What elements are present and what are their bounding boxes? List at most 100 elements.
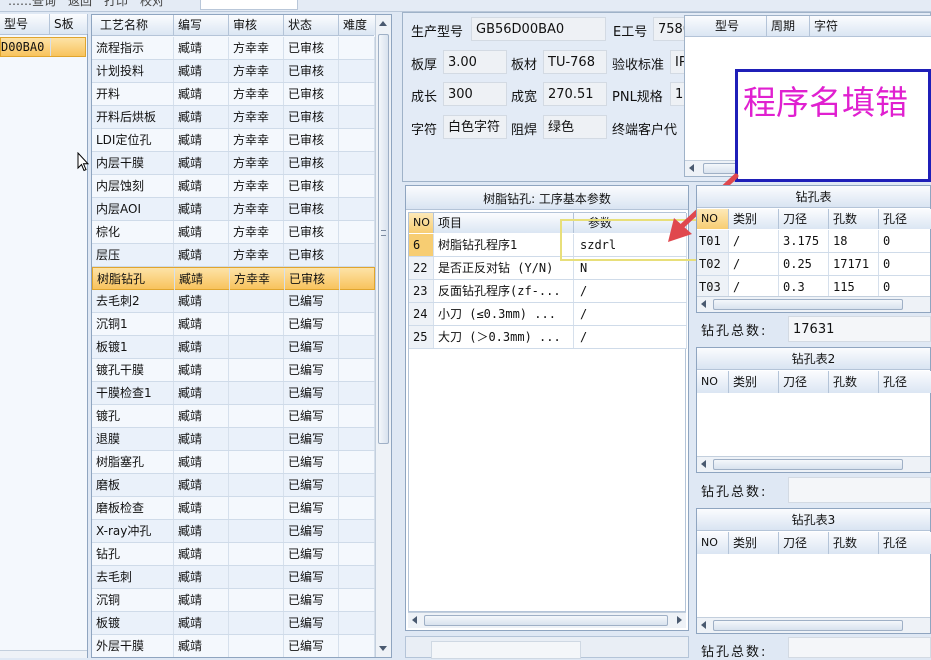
col-header-mini-model[interactable]: 型号 [685,16,767,36]
drill-table-1-hscroll-thumb[interactable] [713,299,903,310]
col-header-drill3-no[interactable]: NO [697,532,729,554]
col-header-drill1-cat[interactable]: 类别 [729,209,779,229]
table-row[interactable]: X-ray冲孔 臧靖 已编写 [92,520,375,543]
drill-table-2-hscroll-thumb[interactable] [713,459,903,470]
process-name-cell: 树脂塞孔 [92,451,174,473]
col-header-drill2-count[interactable]: 孔数 [829,371,879,393]
col-header-drill3-cat[interactable]: 类别 [729,532,779,554]
scroll-right-arrow-icon[interactable] [677,616,682,624]
table-row[interactable]: T03/0.3 115 0 [697,276,930,296]
toolbar-input[interactable] [200,0,298,10]
table-row[interactable]: 层压 臧靖 方幸幸 已审核 [92,244,375,267]
col-header-drill2-cat[interactable]: 类别 [729,371,779,393]
params-hscroll-thumb[interactable] [424,615,668,626]
scroll-down-arrow-icon[interactable] [379,646,387,651]
col-header-drill1-dia[interactable]: 刀径 [779,209,829,229]
scroll-left-arrow-icon[interactable] [701,300,706,308]
material-value-field[interactable]: TU-768 [543,50,607,74]
length-value-field[interactable]: 300 [443,82,507,106]
col-header-s[interactable]: S板 [50,14,88,34]
table-row[interactable]: 内层干膜 臧靖 方幸幸 已审核 [92,152,375,175]
table-row[interactable]: 去毛刺2 臧靖 已编写 [92,290,375,313]
col-header-difficulty[interactable]: 难度 [339,15,376,35]
col-header-mini-cycle[interactable]: 周期 [767,16,810,36]
col-header-drill2-dia[interactable]: 刀径 [779,371,829,393]
col-header-drill1-hole[interactable]: 孔径 [879,209,931,229]
table-row[interactable]: 镀孔干膜 臧靖 已编写 [92,359,375,382]
process-grid-vscroll[interactable] [375,15,391,657]
col-header-params-item[interactable]: 项目 [434,213,574,233]
table-row[interactable]: 磨板检查 臧靖 已编写 [92,497,375,520]
col-header-drill2-hole[interactable]: 孔径 [879,371,931,393]
table-row[interactable]: 开料 臧靖 方幸幸 已审核 [92,83,375,106]
scroll-up-arrow-icon[interactable] [379,21,387,26]
scroll-left-arrow-icon[interactable] [412,616,417,624]
model-row[interactable]: D00BA0 [0,37,86,57]
table-row[interactable]: 25 大刀 (＞0.3mm) ... / [409,326,687,349]
col-header-drill3-count[interactable]: 孔数 [829,532,879,554]
params-footer-field[interactable] [431,641,581,659]
col-header-params-no[interactable]: NO [409,213,434,233]
table-row[interactable]: T01/3.175 18 0 [697,230,930,253]
table-row[interactable]: 23 反面钻孔程序(zf-... / [409,280,687,303]
difficulty-cell [339,589,375,611]
table-row[interactable]: 板镀 臧靖 已编写 [92,612,375,635]
col-header-status[interactable]: 状态 [284,15,339,35]
table-row[interactable]: 内层AOI 臧靖 方幸幸 已审核 [92,198,375,221]
col-header-drill1-count[interactable]: 孔数 [829,209,879,229]
scroll-left-arrow-icon[interactable] [701,621,706,629]
table-row[interactable]: 干膜检查1 臧靖 已编写 [92,382,375,405]
table-row[interactable]: 计划投料 臧靖 方幸幸 已审核 [92,60,375,83]
table-row[interactable]: 板镀1 臧靖 已编写 [92,336,375,359]
char-value-field[interactable]: 白色字符 [443,115,507,139]
params-hscroll[interactable] [408,612,686,628]
col-header-model[interactable]: 型号 [0,14,50,34]
mask-value-field[interactable]: 绿色 [543,115,607,139]
status-cell: 已审核 [284,175,339,197]
table-row[interactable]: 沉铜1 臧靖 已编写 [92,313,375,336]
table-row[interactable]: 24 小刀 (≤0.3mm) ... / [409,303,687,326]
status-cell: 已审核 [284,244,339,266]
thickness-value-field[interactable]: 3.00 [443,50,507,74]
col-header-drill1-no[interactable]: NO [697,209,729,229]
table-row[interactable]: LDI定位孔 臧靖 方幸幸 已审核 [92,129,375,152]
table-row[interactable]: T02/0.25 17171 0 [697,253,930,276]
table-row[interactable]: 内层蚀刻 臧靖 方幸幸 已审核 [92,175,375,198]
model-value-field[interactable]: GB56D00BA0 [471,17,606,41]
table-row[interactable]: 镀孔 臧靖 已编写 [92,405,375,428]
char-label: 字符 [411,123,438,138]
scroll-left-arrow-icon[interactable] [701,460,706,468]
drill-table-2-hscroll[interactable] [697,456,930,472]
table-row[interactable]: 去毛刺 臧靖 已编写 [92,566,375,589]
col-header-drill2-no[interactable]: NO [697,371,729,393]
table-row[interactable]: 开料后烘板 臧靖 方幸幸 已审核 [92,106,375,129]
table-row[interactable]: 棕化 臧靖 方幸幸 已审核 [92,221,375,244]
width-value-field[interactable]: 270.51 [543,82,607,106]
drill-table-3-hscroll-thumb[interactable] [713,620,903,631]
col-header-process-name[interactable]: 工艺名称 [92,15,174,35]
process-name-cell: 磨板 [92,474,174,496]
writer-cell: 臧靖 [174,106,229,128]
table-row[interactable]: 沉铜 臧靖 已编写 [92,589,375,612]
drill-table-1-hscroll[interactable] [697,296,930,312]
process-grid-vscroll-thumb[interactable] [378,34,389,444]
drill-total-1-field[interactable]: 17631 [788,316,931,342]
drill-total-2-field[interactable] [788,477,931,503]
table-row[interactable]: 树脂钻孔 臧靖 方幸幸 已审核 [92,267,375,290]
col-header-drill3-dia[interactable]: 刀径 [779,532,829,554]
col-header-reviewer[interactable]: 审核 [229,15,284,35]
col-header-writer[interactable]: 编写 [174,15,229,35]
table-row[interactable]: 外层干膜 臧靖 已编写 [92,635,375,657]
table-row[interactable]: 磨板 臧靖 已编写 [92,474,375,497]
model-list-hscroll[interactable] [0,650,87,658]
col-header-drill3-hole[interactable]: 孔径 [879,532,931,554]
table-row[interactable]: 流程指示 臧靖 方幸幸 已审核 [92,37,375,60]
drill-table-1-header: NO 类别 刀径 孔数 孔径 [697,209,931,229]
drill-total-3-field[interactable] [788,637,931,658]
table-row[interactable]: 退膜 臧靖 已编写 [92,428,375,451]
table-row[interactable]: 树脂塞孔 臧靖 已编写 [92,451,375,474]
col-header-mini-char[interactable]: 字符 [810,16,931,36]
table-row[interactable]: 钻孔 臧靖 已编写 [92,543,375,566]
status-cell: 已审核 [284,129,339,151]
drill-table-3-hscroll[interactable] [697,617,930,633]
